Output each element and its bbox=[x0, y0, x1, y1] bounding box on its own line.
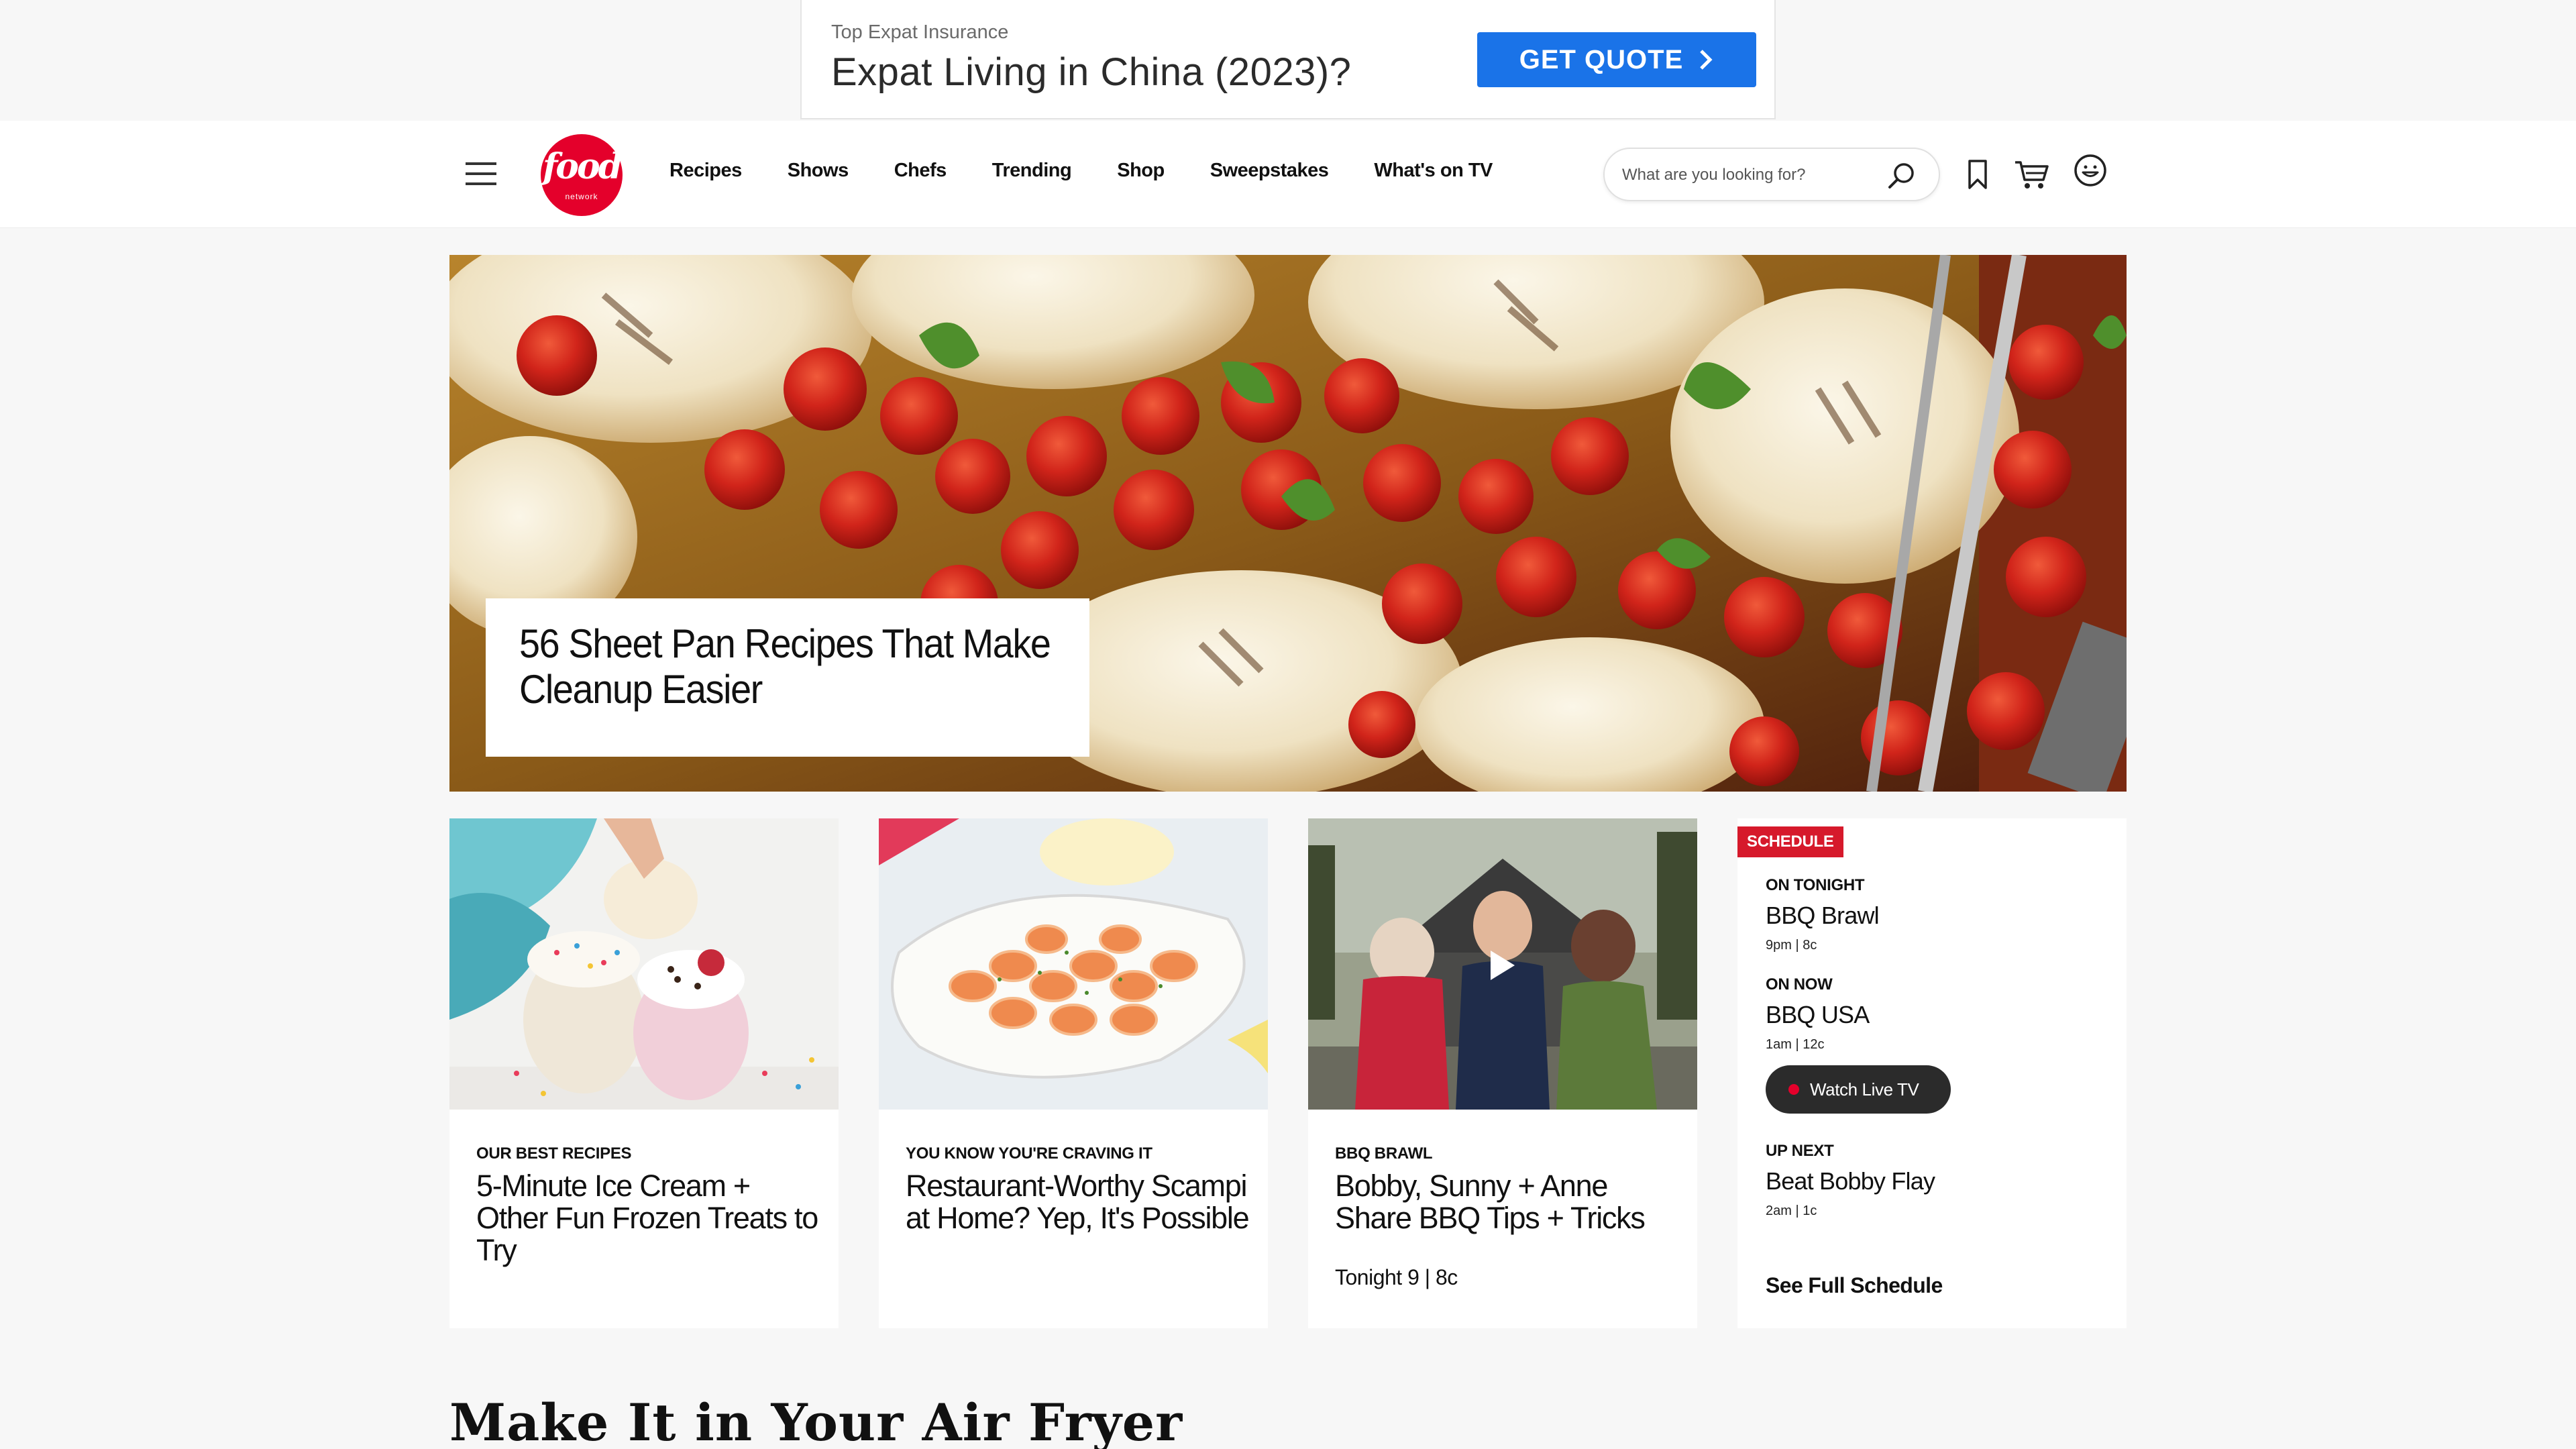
hero-caption-card[interactable]: 56 Sheet Pan Recipes That Make Cleanup E… bbox=[486, 598, 1089, 757]
get-quote-label: GET QUOTE bbox=[1519, 44, 1684, 74]
bookmark-icon[interactable] bbox=[1964, 158, 1991, 191]
on-tonight-block[interactable]: ON TONIGHT BBQ Brawl 9pm | 8c bbox=[1766, 876, 1880, 953]
ad-headline[interactable]: Expat Living in China (2023)? bbox=[831, 50, 1351, 95]
airtime-label: Tonight 9 | 8c bbox=[1335, 1265, 1458, 1289]
live-dot-icon bbox=[1788, 1084, 1799, 1095]
menu-icon[interactable] bbox=[466, 162, 496, 186]
on-tonight-time: 9pm | 8c bbox=[1766, 938, 1817, 953]
site-header: food network Recipes Shows Chefs Trendin… bbox=[0, 121, 2576, 228]
up-next-label: UP NEXT bbox=[1766, 1142, 1834, 1160]
article-card-bbq-brawl[interactable]: BBQ BRAWL Bobby, Sunny + Anne Share BBQ … bbox=[1308, 818, 1697, 1328]
on-tonight-show[interactable]: BBQ Brawl bbox=[1766, 902, 1880, 930]
ad-banner[interactable]: Top Expat Insurance Expat Living in Chin… bbox=[800, 0, 1776, 119]
watch-live-label: Watch Live TV bbox=[1810, 1079, 1919, 1099]
cart-icon[interactable] bbox=[2014, 158, 2050, 191]
search-input[interactable] bbox=[1622, 161, 1877, 189]
nav-whats-on-tv[interactable]: What's on TV bbox=[1374, 160, 1493, 182]
on-now-time: 1am | 12c bbox=[1766, 1037, 1825, 1052]
card-title[interactable]: 5-Minute Ice Cream + Other Fun Frozen Tr… bbox=[476, 1170, 825, 1267]
get-quote-button[interactable]: GET QUOTE bbox=[1477, 32, 1756, 87]
chevron-right-icon bbox=[1700, 50, 1713, 70]
ice-cream-image[interactable] bbox=[449, 818, 839, 1110]
ad-sponsor: Top Expat Insurance bbox=[831, 21, 1009, 43]
card-eyebrow: OUR BEST RECIPES bbox=[476, 1144, 632, 1163]
scampi-image[interactable] bbox=[879, 818, 1268, 1110]
search-icon[interactable] bbox=[1885, 160, 1917, 192]
up-next-block[interactable]: UP NEXT Beat Bobby Flay 2am | 1c bbox=[1766, 1142, 1935, 1219]
user-icon[interactable] bbox=[2073, 153, 2108, 188]
nav-sweepstakes[interactable]: Sweepstakes bbox=[1210, 160, 1329, 182]
card-eyebrow: BBQ BRAWL bbox=[1335, 1144, 1433, 1163]
on-now-block[interactable]: ON NOW BBQ USA 1am | 12c bbox=[1766, 975, 1870, 1053]
food-network-logo[interactable]: food network bbox=[541, 134, 623, 216]
on-tonight-label: ON TONIGHT bbox=[1766, 876, 1865, 894]
schedule-badge: SCHEDULE bbox=[1737, 826, 1843, 857]
nav-trending[interactable]: Trending bbox=[992, 160, 1072, 182]
bbq-brawl-video-thumbnail[interactable] bbox=[1308, 818, 1697, 1110]
main-nav: Recipes Shows Chefs Trending Shop Sweeps… bbox=[669, 160, 1493, 182]
search-bar bbox=[1603, 148, 1940, 201]
watch-live-tv-button[interactable]: Watch Live TV bbox=[1766, 1065, 1951, 1114]
logo-subtext: network bbox=[565, 192, 598, 201]
play-icon[interactable] bbox=[1488, 949, 1517, 982]
on-now-show[interactable]: BBQ USA bbox=[1766, 1001, 1870, 1029]
article-card-scampi[interactable]: YOU KNOW YOU'RE CRAVING IT Restaurant-Wo… bbox=[879, 818, 1268, 1328]
logo-wordmark: food bbox=[542, 146, 623, 187]
tv-schedule-panel: SCHEDULE ON TONIGHT BBQ Brawl 9pm | 8c O… bbox=[1737, 818, 2127, 1328]
nav-shows[interactable]: Shows bbox=[788, 160, 849, 182]
card-title[interactable]: Bobby, Sunny + Anne Share BBQ Tips + Tri… bbox=[1335, 1170, 1684, 1234]
hero-feature[interactable]: 56 Sheet Pan Recipes That Make Cleanup E… bbox=[449, 255, 2127, 792]
article-card-ice-cream[interactable]: OUR BEST RECIPES 5-Minute Ice Cream + Ot… bbox=[449, 818, 839, 1328]
nav-recipes[interactable]: Recipes bbox=[669, 160, 742, 182]
nav-shop[interactable]: Shop bbox=[1117, 160, 1165, 182]
see-full-schedule-link[interactable]: See Full Schedule bbox=[1766, 1273, 1943, 1298]
card-eyebrow: YOU KNOW YOU'RE CRAVING IT bbox=[906, 1144, 1152, 1163]
up-next-time: 2am | 1c bbox=[1766, 1203, 1817, 1218]
nav-chefs[interactable]: Chefs bbox=[894, 160, 947, 182]
section-title: Make It in Your Air Fryer bbox=[449, 1393, 1183, 1449]
card-title[interactable]: Restaurant-Worthy Scampi at Home? Yep, I… bbox=[906, 1170, 1254, 1234]
ad-bar: Top Expat Insurance Expat Living in Chin… bbox=[0, 0, 2576, 119]
on-now-label: ON NOW bbox=[1766, 975, 1833, 994]
hero-title[interactable]: 56 Sheet Pan Recipes That Make Cleanup E… bbox=[519, 621, 1062, 712]
up-next-show[interactable]: Beat Bobby Flay bbox=[1766, 1167, 1935, 1195]
